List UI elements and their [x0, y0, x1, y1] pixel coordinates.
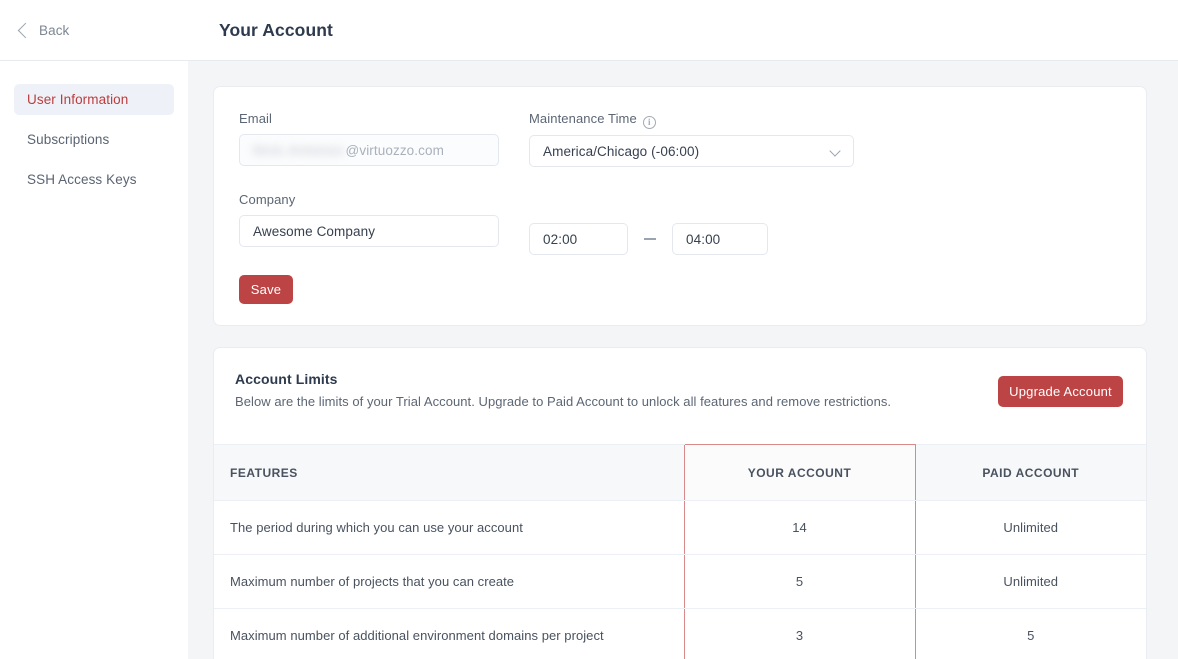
company-value: Awesome Company	[253, 223, 376, 239]
timezone-select[interactable]: America/Chicago (-06:00)	[529, 135, 854, 167]
time-from-input[interactable]: 02:00	[529, 223, 628, 255]
row-your-account-value: 14	[683, 500, 916, 555]
email-input[interactable]: Nick.Antonov @virtuozzo.com	[239, 134, 499, 166]
time-to-value: 04:00	[686, 231, 721, 247]
time-to-input[interactable]: 04:00	[672, 223, 768, 255]
user-information-card: Email Nick.Antonov @virtuozzo.com Mainten…	[213, 86, 1147, 326]
sidebar-item-label: SSH Access Keys	[27, 172, 137, 187]
email-group: Email Nick.Antonov @virtuozzo.com	[239, 111, 499, 166]
email-domain-value: @virtuozzo.com	[345, 142, 444, 158]
maintenance-time-group: Maintenance Time i America/Chicago (-06:0…	[529, 111, 854, 167]
email-label: Email	[239, 111, 273, 126]
column-header-your-account: YOUR ACCOUNT	[683, 444, 916, 501]
table-header-row: FEATURES YOUR ACCOUNT PAID ACCOUNT	[214, 444, 1146, 501]
row-feature-label: Maximum number of additional environment…	[214, 608, 684, 659]
row-feature-label: Maximum number of projects that you can …	[214, 554, 684, 609]
sidebar-item-subscriptions[interactable]: Subscriptions	[14, 124, 174, 155]
page-header: Back Your Account	[0, 0, 1178, 61]
timezone-select-wrapper: America/Chicago (-06:00)	[529, 135, 854, 167]
account-limits-card: Account Limits Below are the limits of y…	[213, 347, 1147, 659]
maintenance-window-range: 02:00 04:00	[529, 223, 768, 255]
row-your-account-value: 3	[683, 608, 916, 659]
main-content: Email Nick.Antonov @virtuozzo.com Mainten…	[188, 61, 1172, 659]
sidebar-item-ssh-access-keys[interactable]: SSH Access Keys	[14, 164, 174, 195]
account-limits-title: Account Limits	[235, 371, 338, 387]
column-header-features: FEATURES	[214, 444, 684, 501]
right-gutter	[1172, 61, 1178, 659]
email-redacted-value: Nick.Antonov	[253, 142, 345, 158]
column-header-paid-account: PAID ACCOUNT	[915, 444, 1146, 501]
row-paid-account-value: 5	[915, 608, 1146, 659]
company-group: Company Awesome Company	[239, 192, 499, 247]
table-row: Maximum number of projects that you can …	[214, 554, 1146, 609]
row-paid-account-value: Unlimited	[915, 554, 1146, 609]
time-from-value: 02:00	[543, 231, 578, 247]
back-button[interactable]: Back	[17, 22, 70, 38]
upgrade-account-button[interactable]: Upgrade Account	[998, 376, 1123, 407]
save-button[interactable]: Save	[239, 275, 293, 304]
row-your-account-value: 5	[683, 554, 916, 609]
range-dash-icon	[644, 238, 656, 240]
chevron-left-icon	[17, 22, 34, 38]
table-row: The period during which you can use your…	[214, 500, 1146, 555]
maintenance-time-label-text: Maintenance Time	[529, 111, 637, 126]
account-limits-table-wrapper: FEATURES YOUR ACCOUNT PAID ACCOUNT The p…	[214, 444, 1146, 659]
account-limits-description: Below are the limits of your Trial Accou…	[235, 394, 892, 409]
row-paid-account-value: Unlimited	[915, 500, 1146, 555]
row-feature-label: The period during which you can use your…	[214, 500, 684, 555]
page-title: Your Account	[219, 19, 333, 40]
sidebar-item-label: Subscriptions	[27, 132, 110, 147]
account-limits-table: FEATURES YOUR ACCOUNT PAID ACCOUNT The p…	[214, 444, 1146, 659]
account-limits-heading-block: Account Limits Below are the limits of y…	[235, 371, 935, 409]
sidebar-nav: User Information Subscriptions SSH Acces…	[0, 61, 188, 659]
table-row: Maximum number of additional environment…	[214, 608, 1146, 659]
maintenance-time-label: Maintenance Time i	[529, 111, 854, 129]
company-input[interactable]: Awesome Company	[239, 215, 499, 247]
back-button-label: Back	[39, 22, 70, 38]
company-label: Company	[239, 192, 296, 207]
sidebar-item-user-information[interactable]: User Information	[14, 84, 174, 115]
timezone-selected-value: America/Chicago (-06:00)	[543, 143, 700, 159]
info-icon[interactable]: i	[642, 116, 656, 129]
sidebar-item-label: User Information	[27, 92, 129, 107]
account-settings-page: Back Your Account User Information Subsc…	[0, 0, 1178, 659]
